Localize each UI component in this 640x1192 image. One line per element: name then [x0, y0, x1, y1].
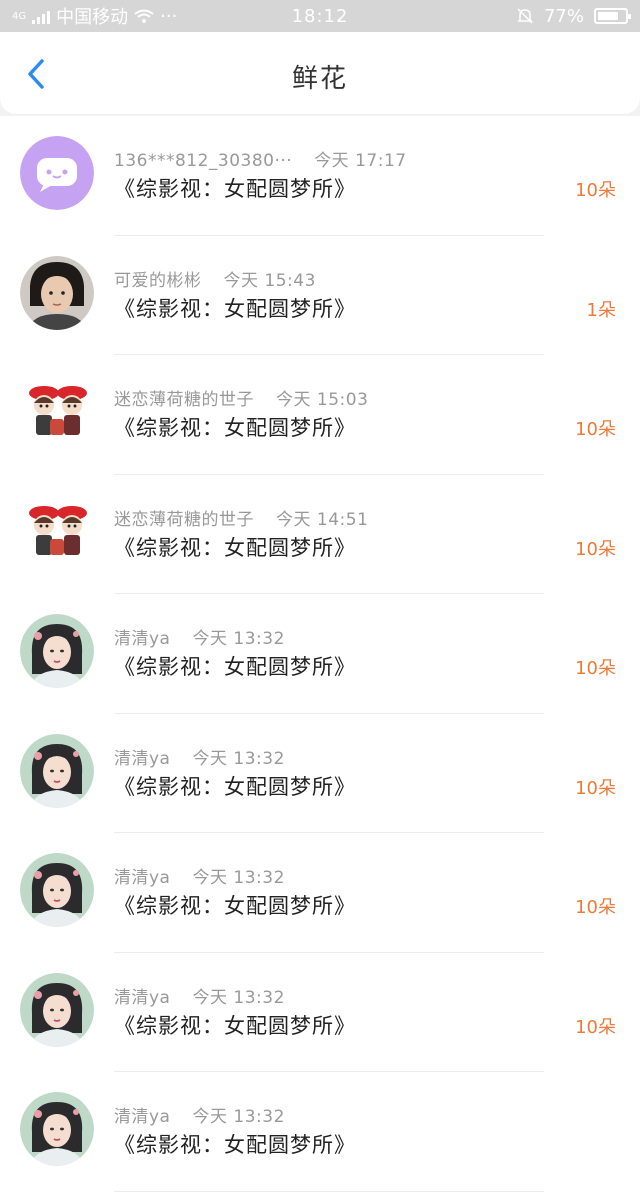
list-item[interactable]: 迷恋薄荷糖的世子 今天 14:51 《综影视：女配圆梦所》 10朵 — [0, 475, 640, 594]
record-time: 今天 13:32 — [192, 987, 285, 1008]
painted-lady-avatar[interactable] — [20, 972, 94, 1047]
carrier-name: 中国移动 — [56, 7, 129, 28]
record-time: 今天 13:32 — [192, 748, 285, 769]
user-name: 136***812_30380··· — [114, 151, 293, 171]
flower-count: 10朵 — [575, 777, 616, 799]
wifi-icon — [134, 9, 154, 23]
page-title: 鲜花 — [291, 64, 348, 94]
network-type: 4G — [12, 10, 27, 22]
book-title: 《综影视：女配圆梦所》 — [114, 1133, 356, 1157]
painted-lady-avatar[interactable] — [20, 853, 94, 927]
battery-percent: 77% — [543, 5, 584, 27]
record-meta: 清清ya 今天 13:32 — [114, 983, 285, 1008]
flower-count: 1朵 — [586, 299, 616, 321]
chat-bubble-avatar[interactable] — [20, 136, 94, 210]
record-meta: 清清ya 今天 13:32 — [114, 744, 285, 769]
user-name: 清清ya — [114, 987, 171, 1008]
header-card: 鲜花 — [0, 32, 640, 114]
record-time: 今天 15:43 — [223, 270, 316, 291]
list-item[interactable]: 可爱的彬彬 今天 15:43 《综影视：女配圆梦所》 1朵 — [0, 236, 640, 355]
list-item[interactable]: 136***812_30380··· 今天 17:17 《综影视：女配圆梦所》 1… — [0, 116, 640, 236]
list-item[interactable]: 清清ya 今天 13:32 《综影视：女配圆梦所》 10朵 — [0, 953, 640, 1072]
user-name: 清清ya — [114, 748, 171, 769]
header: 鲜花 — [0, 32, 640, 116]
status-bar: 4G 中国移动 ··· 18:12 77% — [0, 0, 640, 32]
record-meta: 迷恋薄荷糖的世子 今天 15:03 — [114, 385, 368, 410]
more-dots: ··· — [160, 5, 178, 27]
user-name: 可爱的彬彬 — [114, 270, 202, 291]
flower-record-list: 136***812_30380··· 今天 17:17 《综影视：女配圆梦所》 1… — [0, 116, 640, 1192]
record-time: 今天 17:17 — [314, 151, 407, 171]
signal-icon — [32, 8, 51, 24]
book-title: 《综影视：女配圆梦所》 — [114, 416, 356, 440]
record-time: 今天 13:32 — [192, 629, 285, 649]
cartoon-characters-avatar[interactable] — [20, 494, 94, 569]
list-item[interactable]: 清清ya 今天 13:32 《综影视：女配圆梦所》 10朵 — [0, 594, 640, 714]
painted-lady-avatar[interactable] — [20, 614, 94, 688]
user-photo-avatar[interactable] — [20, 255, 94, 330]
battery-icon — [594, 8, 631, 24]
book-title: 《综影视：女配圆梦所》 — [114, 774, 356, 799]
flower-count: 10朵 — [575, 419, 616, 440]
cartoon-characters-avatar[interactable] — [20, 375, 94, 449]
record-time: 今天 13:32 — [192, 1107, 285, 1127]
record-time: 今天 15:03 — [276, 390, 369, 410]
book-title: 《综影视：女配圆梦所》 — [114, 177, 356, 201]
book-title: 《综影视：女配圆梦所》 — [114, 535, 356, 560]
user-name: 清清ya — [114, 868, 171, 888]
record-time: 今天 14:51 — [276, 509, 369, 530]
flower-count: 10朵 — [575, 1016, 616, 1038]
user-name: 清清ya — [114, 629, 171, 649]
book-title: 《综影视：女配圆梦所》 — [114, 296, 356, 321]
flower-count: 10朵 — [575, 180, 616, 201]
user-name: 清清ya — [114, 1107, 171, 1127]
flower-count: 10朵 — [575, 658, 616, 679]
book-title: 《综影视：女配圆梦所》 — [114, 655, 356, 679]
divider — [114, 1190, 544, 1192]
record-time: 今天 13:32 — [192, 868, 285, 888]
record-meta: 清清ya 今天 13:32 — [114, 624, 285, 649]
flower-count: 10朵 — [575, 538, 616, 560]
book-title: 《综影视：女配圆梦所》 — [114, 894, 356, 918]
mute-bell-icon — [517, 8, 533, 24]
list-item[interactable]: 清清ya 今天 13:32 《综影视：女配圆梦所》 10朵 — [0, 833, 640, 953]
record-meta: 清清ya 今天 13:32 — [114, 1102, 285, 1127]
list-item[interactable]: 清清ya 今天 13:32 《综影视：女配圆梦所》 10朵 — [0, 714, 640, 833]
record-meta: 迷恋薄荷糖的世子 今天 14:51 — [114, 505, 368, 530]
record-meta: 清清ya 今天 13:32 — [114, 863, 285, 888]
record-meta: 可爱的彬彬 今天 15:43 — [114, 266, 316, 291]
painted-lady-avatar[interactable] — [20, 733, 94, 808]
list-item[interactable]: 迷恋薄荷糖的世子 今天 15:03 《综影视：女配圆梦所》 10朵 — [0, 355, 640, 475]
list-item[interactable]: 清清ya 今天 13:32 《综影视：女配圆梦所》 — [0, 1072, 640, 1192]
record-meta: 136***812_30380··· 今天 17:17 — [114, 146, 407, 171]
painted-lady-avatar[interactable] — [20, 1092, 94, 1166]
user-name: 迷恋薄荷糖的世子 — [114, 390, 254, 410]
user-name: 迷恋薄荷糖的世子 — [114, 509, 254, 530]
flower-count: 10朵 — [575, 897, 616, 918]
book-title: 《综影视：女配圆梦所》 — [114, 1013, 356, 1038]
